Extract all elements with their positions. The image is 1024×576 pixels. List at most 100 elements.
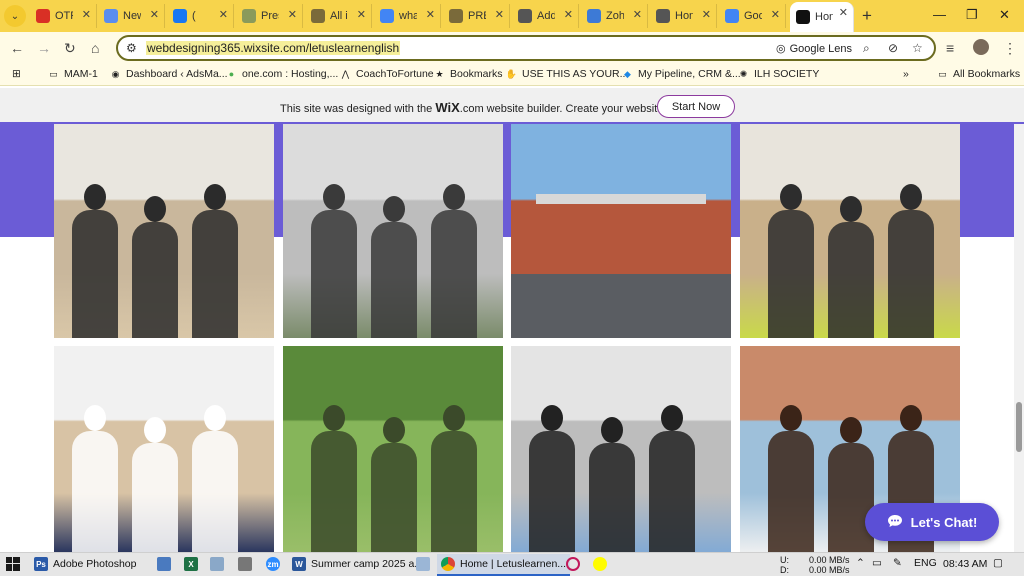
close-tab-icon[interactable]: ✕: [150, 8, 159, 21]
zoom-app-icon[interactable]: zm: [266, 557, 280, 571]
google-lens-button[interactable]: ◎ Google Lens: [776, 42, 852, 56]
start-now-button[interactable]: Start Now: [657, 95, 735, 118]
tab-11[interactable]: Hon ✕: [790, 2, 854, 32]
photo-students-on-stairs[interactable]: [283, 124, 503, 338]
photoshop-icon: Ps: [34, 557, 48, 571]
google-translate-icon: [725, 9, 739, 23]
address-bar[interactable]: ⚙ webdesigning365.wixsite.com/letuslearn…: [116, 35, 936, 61]
snapchat-icon[interactable]: [593, 557, 607, 571]
menu-kebab-icon[interactable]: ⋮: [1003, 40, 1017, 57]
all-bookmarks[interactable]: ▭ All Bookmarks: [937, 68, 1020, 80]
photo-students-outdoor-park[interactable]: [283, 346, 503, 552]
bookmark-1[interactable]: ◉ Dashboard ‹ AdsMa...: [110, 68, 228, 80]
person-body-shape: [431, 209, 477, 338]
bookmark-7[interactable]: ✺ ILH SOCIETY: [738, 68, 820, 80]
tab-10[interactable]: Goo ✕: [719, 4, 786, 28]
close-window-button[interactable]: ✕: [999, 7, 1010, 23]
person-head-shape: [541, 404, 563, 431]
bookmark-star-icon[interactable]: ☆: [912, 41, 923, 55]
zoho-icon: [587, 9, 601, 23]
tab-search-chevron-icon[interactable]: ⌄: [4, 5, 26, 27]
bookmark-2[interactable]: ● one.com : Hosting,...: [226, 68, 339, 80]
excel-icon[interactable]: X: [184, 557, 198, 571]
minimize-button[interactable]: —: [933, 7, 946, 22]
close-tab-icon[interactable]: ✕: [82, 8, 91, 21]
page-scrollbar[interactable]: [1014, 124, 1024, 552]
site-info-icon[interactable]: ⚙: [126, 41, 137, 55]
person-head-shape: [323, 404, 345, 431]
tab-4[interactable]: All i ✕: [305, 4, 372, 28]
pen-tray-icon[interactable]: ✎: [893, 557, 902, 569]
tray-chevron-up-icon[interactable]: ⌃: [856, 557, 865, 569]
photo-workshop-students[interactable]: [740, 124, 960, 338]
tab-8[interactable]: Zoh ✕: [581, 4, 648, 28]
restore-button[interactable]: ❐: [966, 7, 978, 23]
tab-3[interactable]: Pres✕: [236, 4, 303, 28]
person-head-shape: [443, 183, 465, 210]
file-explorer-icon[interactable]: [416, 557, 430, 571]
bookmark-0[interactable]: ▭ MAM-1: [48, 68, 98, 80]
tray-device-icon[interactable]: ▭: [872, 557, 882, 569]
lets-chat-button[interactable]: Let's Chat!: [865, 503, 999, 541]
close-tab-icon[interactable]: ✕: [426, 8, 435, 21]
photo-volleyball-team[interactable]: [54, 346, 274, 552]
apps-grid-icon[interactable]: ⊞: [12, 68, 21, 80]
avatar[interactable]: [973, 39, 989, 55]
close-tab-icon[interactable]: ✕: [839, 6, 848, 19]
close-tab-icon[interactable]: ✕: [633, 8, 642, 21]
bookmark-3[interactable]: ⋀ CoachToFortune: [340, 68, 434, 80]
close-tab-icon[interactable]: ✕: [495, 8, 504, 21]
close-tab-icon[interactable]: ✕: [771, 8, 780, 21]
person-body-shape: [132, 442, 178, 552]
tab-1[interactable]: New✕: [98, 4, 165, 28]
taskbar-item-word[interactable]: W Summer camp 2025 a...: [292, 557, 423, 571]
bookmark-6[interactable]: ◆ My Pipeline, CRM &...: [622, 68, 741, 80]
globe-icon: [518, 9, 532, 23]
tab-6[interactable]: PRE✕: [443, 4, 510, 28]
tab-2[interactable]: ( ✕: [167, 4, 234, 28]
tab-5[interactable]: wha ✕: [374, 4, 441, 28]
person-body-shape: [828, 442, 874, 552]
reload-button[interactable]: ↻: [64, 40, 76, 57]
photo-students-temperature-check[interactable]: [54, 124, 274, 338]
close-tab-icon[interactable]: ✕: [219, 8, 228, 21]
eye-off-icon[interactable]: ⊘: [888, 41, 898, 55]
forward-button[interactable]: →: [37, 40, 51, 56]
close-tab-icon[interactable]: ✕: [288, 8, 297, 21]
usb-icon[interactable]: [238, 557, 252, 571]
photo-computer-lab[interactable]: [511, 346, 731, 552]
tab-0[interactable]: OTP✕: [30, 4, 97, 28]
taskbar-pc-icon[interactable]: [157, 557, 171, 571]
opera-icon[interactable]: [566, 557, 580, 571]
windows-start-icon[interactable]: [6, 557, 20, 571]
notepad-icon[interactable]: [210, 557, 224, 571]
hand-icon: ✋: [505, 68, 518, 79]
more-bookmarks-chevron-icon[interactable]: »: [903, 68, 909, 80]
url-text[interactable]: webdesigning365.wixsite.com/letuslearnen…: [146, 41, 401, 55]
facebook-icon: [173, 9, 187, 23]
close-tab-icon[interactable]: ✕: [564, 8, 573, 21]
person-body-shape: [589, 442, 635, 552]
person-body-shape: [72, 209, 118, 338]
person-head-shape: [840, 416, 862, 443]
home-button[interactable]: ⌂: [91, 40, 99, 56]
person-body-shape: [371, 221, 417, 338]
notifications-icon[interactable]: ▢: [993, 557, 1003, 569]
tab-7[interactable]: Add ✕: [512, 4, 579, 28]
back-button[interactable]: ←: [10, 40, 24, 56]
new-tab-button[interactable]: +: [862, 6, 872, 26]
wix-icon: [796, 10, 810, 24]
taskbar-item-photoshop[interactable]: Ps Adobe Photoshop: [34, 557, 137, 571]
bookmark-4[interactable]: ★ Bookmarks: [434, 68, 502, 80]
zoom-icon[interactable]: ⌕: [863, 41, 870, 56]
close-tab-icon[interactable]: ✕: [702, 8, 711, 21]
clock[interactable]: 08:43 AM: [943, 558, 987, 570]
close-tab-icon[interactable]: ✕: [357, 8, 366, 21]
photo-school-building[interactable]: [511, 124, 731, 338]
taskbar-item-chrome[interactable]: Home | Letuslearnen...: [437, 554, 571, 576]
scrollbar-thumb[interactable]: [1016, 402, 1022, 452]
tab-9[interactable]: Hon ✕: [650, 4, 717, 28]
lang-indicator[interactable]: ENG: [914, 557, 937, 569]
bookmark-5[interactable]: ✋ USE THIS AS YOUR...: [505, 68, 629, 80]
media-control-icon[interactable]: ≡: [946, 40, 954, 56]
